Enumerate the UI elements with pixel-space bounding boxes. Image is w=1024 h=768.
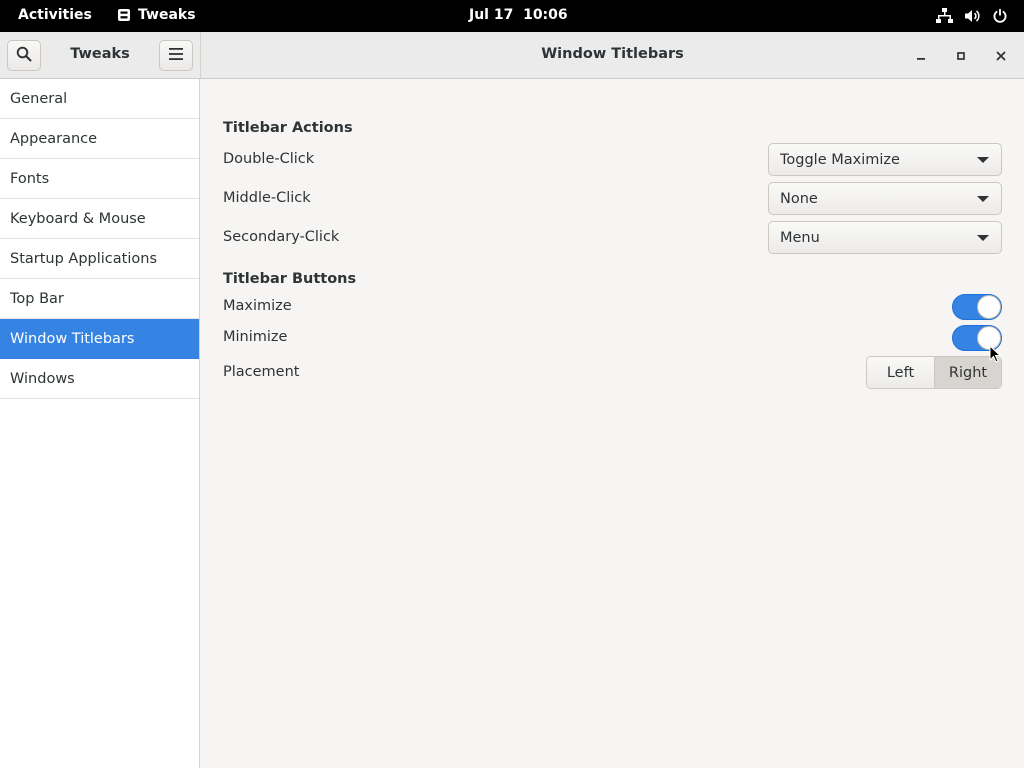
titlebar-actions-heading: Titlebar Actions — [223, 120, 353, 136]
search-icon — [16, 46, 32, 66]
main-menu-button[interactable] — [159, 40, 193, 71]
app-menu[interactable]: Tweaks — [117, 7, 196, 23]
mouse-pointer-icon — [989, 344, 1002, 367]
maximize-window-button[interactable] — [950, 44, 972, 66]
hamburger-menu-icon — [168, 46, 184, 65]
minimize-icon — [916, 46, 926, 65]
dropdown-arrow-icon — [977, 196, 989, 202]
network-icon — [936, 8, 953, 24]
sidebar-item-label: Fonts — [10, 170, 50, 187]
sidebar-item-appearance[interactable]: Appearance — [0, 119, 199, 159]
double-click-dropdown[interactable]: Toggle Maximize — [768, 143, 1002, 176]
search-button[interactable] — [7, 40, 41, 71]
switch-knob — [977, 295, 1001, 319]
sidebar-item-top-bar[interactable]: Top Bar — [0, 279, 199, 319]
minimize-window-button[interactable] — [910, 44, 932, 66]
sidebar-item-label: General — [10, 90, 68, 107]
placement-toggle: Left Right — [866, 356, 1002, 389]
sidebar-item-startup-applications[interactable]: Startup Applications — [0, 239, 199, 279]
app-name: Tweaks — [138, 7, 196, 23]
middle-click-value: None — [780, 190, 818, 207]
window-header-bar: Tweaks Window Titlebars — [0, 32, 1024, 79]
dropdown-arrow-icon — [977, 235, 989, 241]
close-window-button[interactable] — [990, 44, 1012, 66]
maximize-icon — [956, 46, 966, 65]
secondary-click-value: Menu — [780, 229, 820, 246]
window-title: Window Titlebars — [541, 46, 684, 62]
clock[interactable]: Jul 17 10:06 — [469, 7, 568, 23]
tweaks-app-icon — [117, 8, 131, 22]
sidebar-item-label: Windows — [10, 370, 75, 387]
sidebar-item-fonts[interactable]: Fonts — [0, 159, 199, 199]
sidebar-item-label: Appearance — [10, 130, 98, 147]
placement-left-button[interactable]: Left — [867, 357, 934, 388]
sidebar-item-window-titlebars[interactable]: Window Titlebars — [0, 319, 199, 359]
system-status-area[interactable] — [936, 8, 1008, 24]
sidebar-item-label: Keyboard & Mouse — [10, 210, 146, 227]
sidebar-header-title: Tweaks — [70, 46, 130, 62]
titlebar-buttons-heading: Titlebar Buttons — [223, 271, 357, 287]
system-top-bar: Activities Tweaks Jul 17 10:06 — [0, 0, 1024, 32]
secondary-click-dropdown[interactable]: Menu — [768, 221, 1002, 254]
volume-icon — [964, 8, 981, 24]
double-click-value: Toggle Maximize — [780, 151, 900, 168]
sidebar-item-label: Startup Applications — [10, 250, 157, 267]
sidebar: General Appearance Fonts Keyboard & Mous… — [0, 79, 200, 768]
settings-panel: Titlebar Actions Double-Click Toggle Max… — [201, 79, 1024, 768]
sidebar-item-keyboard-mouse[interactable]: Keyboard & Mouse — [0, 199, 199, 239]
middle-click-label: Middle-Click — [223, 190, 311, 206]
double-click-label: Double-Click — [223, 151, 315, 167]
middle-click-dropdown[interactable]: None — [768, 182, 1002, 215]
sidebar-item-windows[interactable]: Windows — [0, 359, 199, 399]
sidebar-item-label: Top Bar — [10, 290, 64, 307]
maximize-switch[interactable] — [952, 294, 1002, 320]
maximize-label: Maximize — [223, 298, 292, 314]
dropdown-arrow-icon — [977, 157, 989, 163]
power-icon — [992, 8, 1008, 24]
sidebar-item-label: Window Titlebars — [10, 330, 135, 347]
sidebar-item-general[interactable]: General — [0, 79, 199, 119]
minimize-label: Minimize — [223, 329, 288, 345]
placement-label: Placement — [223, 364, 300, 380]
close-icon — [996, 46, 1006, 65]
activities-button[interactable]: Activities — [18, 7, 92, 23]
secondary-click-label: Secondary-Click — [223, 229, 340, 245]
